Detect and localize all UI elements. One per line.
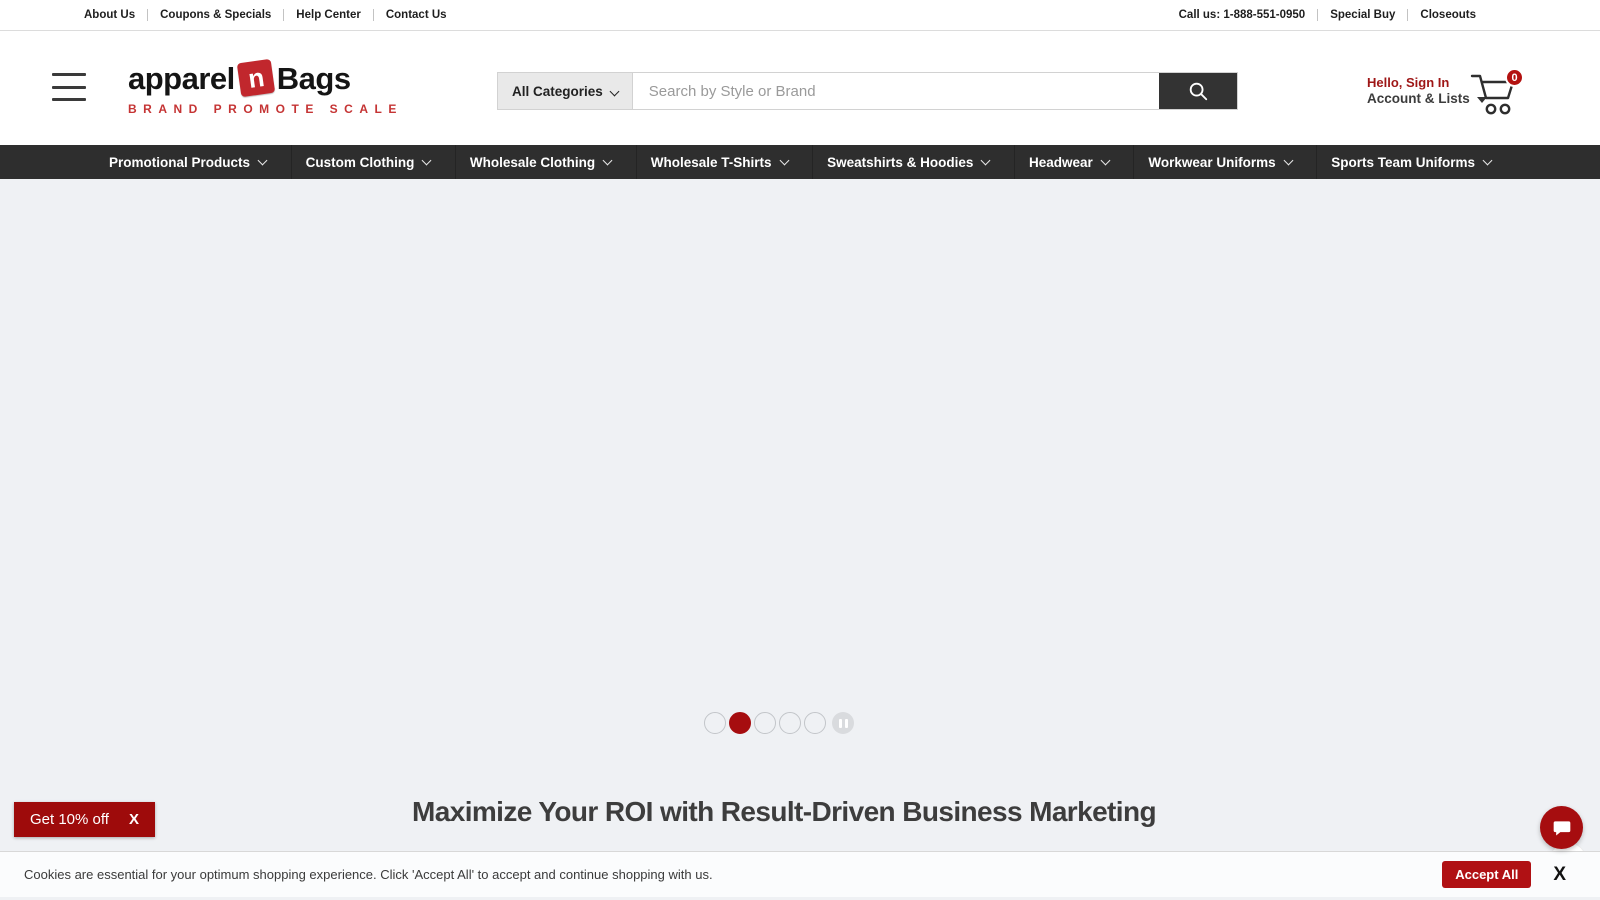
cart-button[interactable]: 0 bbox=[1470, 71, 1522, 119]
carousel-pagination bbox=[704, 712, 854, 734]
link-contact-us[interactable]: Contact Us bbox=[374, 9, 459, 21]
menu-icon[interactable] bbox=[52, 73, 86, 101]
link-help-center[interactable]: Help Center bbox=[284, 9, 373, 21]
topbar-left-links: About Us Coupons & Specials Help Center … bbox=[84, 9, 459, 21]
nav-item-label: Wholesale Clothing bbox=[470, 155, 595, 170]
link-coupons-specials[interactable]: Coupons & Specials bbox=[148, 9, 283, 21]
promo-label: Get 10% off bbox=[30, 811, 109, 828]
chevron-down-icon bbox=[422, 156, 432, 166]
chevron-down-icon bbox=[1283, 156, 1293, 166]
nav-item-label: Workwear Uniforms bbox=[1148, 155, 1275, 170]
carousel-dot-2-active[interactable] bbox=[729, 712, 751, 734]
logo-text-bags: Bags bbox=[277, 63, 351, 94]
search-category-dropdown[interactable]: All Categories bbox=[498, 73, 633, 109]
nav-workwear-uniforms[interactable]: Workwear Uniforms bbox=[1133, 145, 1305, 179]
chevron-down-icon bbox=[258, 156, 268, 166]
main-header: apparel n Bags BRAND PROMOTE SCALE All C… bbox=[0, 31, 1600, 145]
hero-carousel: Maximize Your ROI with Result-Driven Bus… bbox=[0, 179, 1600, 900]
sign-in-greeting[interactable]: Hello, Sign In bbox=[1367, 75, 1487, 91]
carousel-pause-button[interactable] bbox=[832, 712, 854, 734]
chevron-down-icon bbox=[603, 156, 613, 166]
logo-wordmark: apparel n Bags bbox=[128, 61, 403, 95]
close-icon[interactable]: X bbox=[1553, 865, 1566, 884]
link-about-us[interactable]: About Us bbox=[84, 9, 147, 21]
chevron-down-icon bbox=[779, 156, 789, 166]
cookie-message: Cookies are essential for your optimum s… bbox=[24, 867, 1442, 882]
search-category-label: All Categories bbox=[512, 84, 603, 99]
chat-icon bbox=[1552, 818, 1572, 838]
close-icon[interactable]: X bbox=[129, 811, 139, 828]
category-navbar: Promotional Products Custom Clothing Who… bbox=[0, 145, 1600, 179]
cookie-consent-banner: Cookies are essential for your optimum s… bbox=[0, 851, 1600, 897]
logo-tagline: BRAND PROMOTE SCALE bbox=[128, 102, 403, 116]
promo-discount-badge[interactable]: Get 10% off X bbox=[14, 802, 155, 837]
carousel-dot-5[interactable] bbox=[804, 712, 826, 734]
chevron-down-icon bbox=[981, 156, 991, 166]
logo-text-apparel: apparel bbox=[128, 63, 235, 94]
nav-item-label: Sweatshirts & Hoodies bbox=[827, 155, 973, 170]
pause-icon bbox=[839, 719, 842, 728]
nav-item-label: Custom Clothing bbox=[306, 155, 415, 170]
search-input[interactable] bbox=[633, 73, 1159, 109]
carousel-dot-3[interactable] bbox=[754, 712, 776, 734]
call-us-phone-link[interactable]: Call us: 1-888-551-0950 bbox=[1179, 9, 1318, 21]
nav-sweatshirts-hoodies[interactable]: Sweatshirts & Hoodies bbox=[812, 145, 1003, 179]
chevron-down-icon bbox=[1483, 156, 1493, 166]
account-lists-label: Account & Lists bbox=[1367, 91, 1470, 108]
nav-item-label: Headwear bbox=[1029, 155, 1093, 170]
site-logo[interactable]: apparel n Bags BRAND PROMOTE SCALE bbox=[128, 61, 403, 116]
chevron-down-icon bbox=[1100, 156, 1110, 166]
carousel-dot-1[interactable] bbox=[704, 712, 726, 734]
link-special-buy[interactable]: Special Buy bbox=[1318, 9, 1407, 21]
pause-icon bbox=[845, 719, 848, 728]
page: About Us Coupons & Specials Help Center … bbox=[0, 0, 1600, 900]
hero-heading: Maximize Your ROI with Result-Driven Bus… bbox=[0, 796, 1568, 828]
nav-custom-clothing[interactable]: Custom Clothing bbox=[291, 145, 445, 179]
logo-n-box: n bbox=[237, 59, 275, 97]
account-menu[interactable]: Hello, Sign In Account & Lists bbox=[1367, 75, 1487, 108]
nav-item-label: Wholesale T-Shirts bbox=[651, 155, 772, 170]
nav-sports-team-uniforms[interactable]: Sports Team Uniforms bbox=[1316, 145, 1505, 179]
nav-item-label: Promotional Products bbox=[109, 155, 250, 170]
search-button[interactable] bbox=[1159, 73, 1237, 109]
cart-count-badge: 0 bbox=[1505, 68, 1524, 87]
link-closeouts[interactable]: Closeouts bbox=[1408, 9, 1488, 21]
topbar-right-links: Call us: 1-888-551-0950 Special Buy Clos… bbox=[1179, 9, 1488, 21]
nav-promotional-products[interactable]: Promotional Products bbox=[95, 145, 280, 179]
search-bar: All Categories bbox=[497, 72, 1238, 110]
nav-wholesale-tshirts[interactable]: Wholesale T-Shirts bbox=[636, 145, 802, 179]
top-utility-bar: About Us Coupons & Specials Help Center … bbox=[0, 0, 1600, 31]
nav-wholesale-clothing[interactable]: Wholesale Clothing bbox=[455, 145, 625, 179]
carousel-dot-4[interactable] bbox=[779, 712, 801, 734]
nav-item-label: Sports Team Uniforms bbox=[1331, 155, 1475, 170]
nav-headwear[interactable]: Headwear bbox=[1014, 145, 1123, 179]
chat-button[interactable] bbox=[1540, 806, 1583, 849]
accept-all-button[interactable]: Accept All bbox=[1442, 861, 1531, 888]
chevron-down-icon bbox=[609, 86, 619, 96]
search-icon bbox=[1187, 80, 1209, 102]
